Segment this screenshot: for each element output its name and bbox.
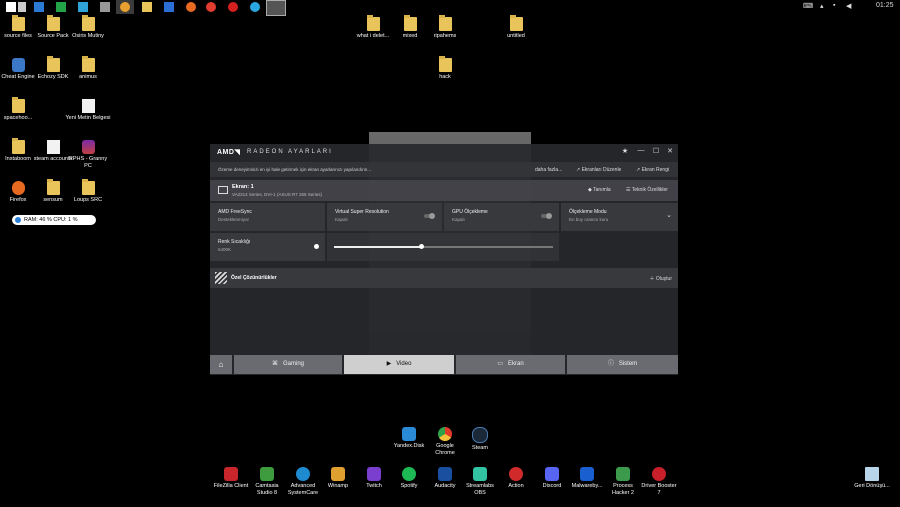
desktop-icon[interactable]: Yandex.Disk <box>391 427 427 450</box>
tab-system[interactable]: ⓘ Sistem <box>567 355 678 374</box>
more-link[interactable]: daha fazla... <box>535 167 562 173</box>
create-button[interactable]: ＋ Oluştur <box>649 275 672 282</box>
desktop-icon[interactable]: animus <box>65 56 111 81</box>
desktop-icon[interactable]: Steam <box>462 427 498 452</box>
setting-freesync: AMD FreeSync Desteklenmiyor <box>210 203 325 231</box>
vsr-toggle[interactable] <box>424 213 435 219</box>
amd-logo: AMD◥ <box>217 149 241 156</box>
minimize-icon[interactable]: — <box>636 147 646 154</box>
screen-color-link[interactable]: ↗ Ekran Rengi <box>636 167 669 173</box>
task-view-icon[interactable] <box>18 2 26 12</box>
desktop-icon[interactable]: Process Hacker 2 <box>605 467 641 496</box>
recycle-bin-icon <box>865 467 879 481</box>
taskbar: ⌨ ▴ ▪ ◀ 01:25 <box>0 0 900 16</box>
ram-cpu-widget: RAM: 46 % CPU: 1 % <box>12 215 96 225</box>
monitor-icon <box>218 186 228 194</box>
desktop-icon[interactable]: FileZilla Client <box>213 467 249 490</box>
info-icon: ⓘ <box>607 361 614 367</box>
desktop-icon[interactable]: Spotify <box>391 467 427 490</box>
app-icon[interactable] <box>164 2 174 12</box>
desktop-icon[interactable]: RPHS - Granny PC <box>65 140 111 169</box>
tab-video[interactable]: ▶ Video <box>344 355 454 374</box>
explorer-icon[interactable] <box>142 2 152 12</box>
custom-resolutions-label: Özel Çözünürlükler <box>231 275 277 281</box>
opera-icon[interactable] <box>206 2 216 12</box>
info-text: Özeme deneyiminizi en iyi hale getirmek … <box>218 167 372 172</box>
stripes-icon <box>215 272 227 284</box>
desktop-icon[interactable]: spacehoo... <box>0 97 41 122</box>
chrome-taskbar-icon[interactable] <box>120 2 130 12</box>
start-icon[interactable] <box>6 2 16 12</box>
setting-scaling-mode[interactable]: Ölçekleme Modu En boy oranını koru ⌄ <box>561 203 678 231</box>
desktop-icon[interactable]: Discord <box>534 467 570 490</box>
chevron-down-icon[interactable]: ⌄ <box>666 211 672 219</box>
arrange-screens-link[interactable]: ↗ Ekranları Düzenle <box>576 167 621 173</box>
amd-taskbar-icon[interactable] <box>266 0 286 16</box>
custom-resolutions-row: Özel Çözünürlükler ＋ Oluştur <box>210 268 678 288</box>
desktop-icon[interactable]: Yeni Metin Belgesi <box>65 99 111 122</box>
desktop-icon[interactable]: Camtasia Studio 8 <box>249 467 285 496</box>
play-icon: ▶ <box>386 361 392 367</box>
setting-gpu-scaling[interactable]: GPU Ölçekleme Kapalı <box>444 203 559 231</box>
tab-screen[interactable]: ▭ Ekran <box>456 355 565 374</box>
monitor-tab-icon: ▭ <box>497 361 503 367</box>
desktop-icon[interactable]: Driver Booster 7 <box>641 467 677 496</box>
desktop-icon[interactable]: Twitch <box>356 467 392 490</box>
photoshop-icon[interactable] <box>78 2 88 12</box>
tray-clock[interactable]: 01:25 <box>876 2 894 9</box>
desktop-icon[interactable]: hack <box>422 56 468 81</box>
bottom-tabs: ⌂ ⌘ Gaming ▶ Video ▭ Ekran ⓘ Sistem <box>210 355 678 375</box>
network-icon[interactable]: ▪ <box>833 2 835 9</box>
tab-gaming[interactable]: ⌘ Gaming <box>234 355 342 374</box>
color-temp-toggle[interactable] <box>314 244 319 249</box>
desktop-icon[interactable]: Google Chrome <box>427 427 463 456</box>
tray-chevron-icon[interactable]: ▴ <box>820 2 824 10</box>
display-name: Ekran: 1 <box>232 184 254 190</box>
desktop-icon[interactable]: Loups SRC <box>65 179 111 204</box>
speaker-icon[interactable] <box>100 2 110 12</box>
edge-icon[interactable] <box>34 2 44 12</box>
bookmark-star-icon[interactable]: ★ <box>620 147 630 155</box>
desktop-icon[interactable]: Streamlabs OBS <box>462 467 498 496</box>
app-blue-icon[interactable] <box>250 2 260 12</box>
desktop-icon[interactable]: Audacity <box>427 467 463 490</box>
radeon-settings-window: AMD◥ RADEON AYARLARI ★ — ☐ ✕ Özeme deney… <box>210 144 678 375</box>
color-temp-slider-fill <box>334 246 422 248</box>
excel-icon[interactable] <box>56 2 66 12</box>
maximize-icon[interactable]: ☐ <box>651 147 661 155</box>
desktop-icon[interactable]: untitled <box>493 15 539 40</box>
desktop-icon[interactable]: Advanced SystemCare <box>285 467 321 496</box>
close-icon[interactable]: ✕ <box>665 147 675 155</box>
display-header: Ekran: 1 VA2214 Series, DVI-1 (ASUS R7 2… <box>210 180 678 201</box>
desktop-icon[interactable]: ripahems <box>422 15 468 40</box>
title-bar: AMD◥ RADEON AYARLARI ★ — ☐ ✕ <box>210 144 678 160</box>
app-red-icon[interactable] <box>228 2 238 12</box>
specs-button[interactable]: ☰ Teknik Özellikler <box>626 187 668 193</box>
desktop-icon[interactable]: Action <box>498 467 534 490</box>
setting-color-temp: Renk Sıcaklığı 6400K <box>210 233 325 261</box>
identify-button[interactable]: ◆ Tanımla <box>588 187 611 193</box>
desktop-icon[interactable]: Winamp <box>320 467 356 490</box>
desktop-icon[interactable]: Malwareby... <box>569 467 605 490</box>
info-bar: Özeme deneyiminizi en iyi hale getirmek … <box>210 162 678 177</box>
firefox-taskbar-icon[interactable] <box>186 2 196 12</box>
gpu-scaling-toggle[interactable] <box>541 213 552 219</box>
recycle-bin[interactable]: Geri Dönüşü... <box>854 467 890 490</box>
desktop-icon[interactable]: Osiris Mutiny <box>65 15 111 40</box>
keyboard-icon[interactable]: ⌨ <box>803 2 813 10</box>
window-title: RADEON AYARLARI <box>247 148 333 155</box>
setting-vsr[interactable]: Virtual Super Resolution Kapalı <box>327 203 442 231</box>
home-icon[interactable]: ⌂ <box>210 355 232 374</box>
gamepad-icon: ⌘ <box>271 361 278 367</box>
mic-icon <box>15 216 21 223</box>
volume-icon[interactable]: ◀ <box>846 2 851 10</box>
display-description: VA2214 Series, DVI-1 (ASUS R7 265 Series… <box>232 192 322 197</box>
